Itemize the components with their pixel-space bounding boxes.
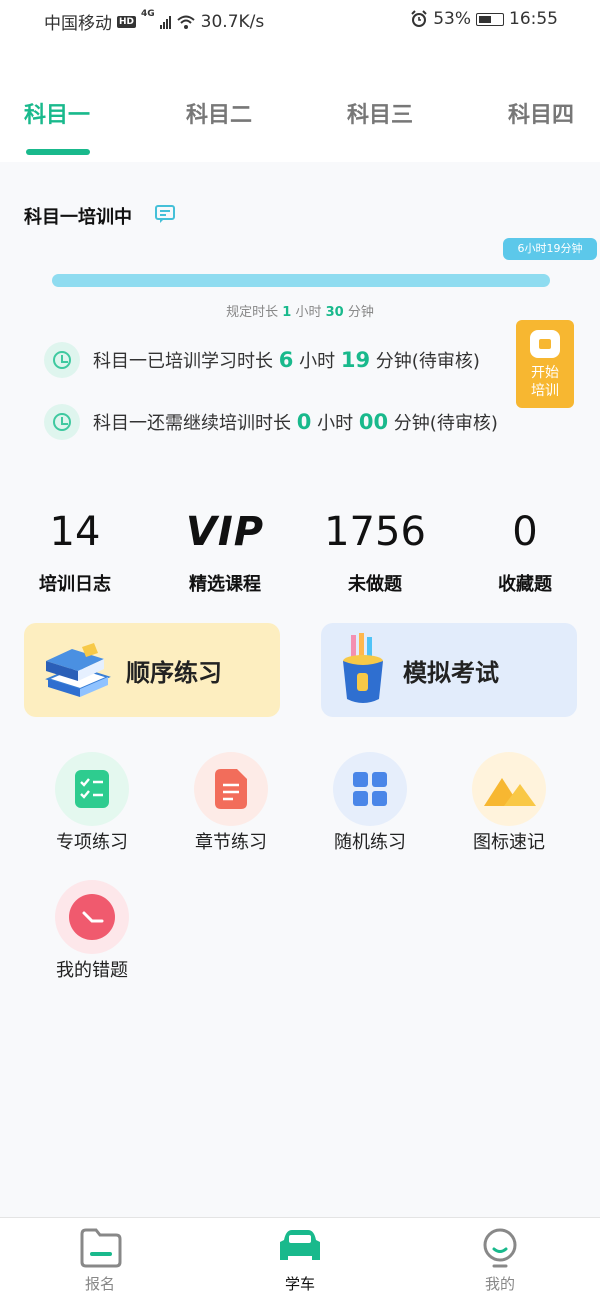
active-tab-indicator (26, 149, 90, 155)
trained-prefix: 科目一已培训学习时长 (93, 351, 273, 372)
document-icon (215, 769, 247, 809)
stat-favorites[interactable]: 0 收藏题 (450, 508, 600, 596)
books-icon (45, 643, 111, 697)
tool-label: 图标速记 (473, 832, 545, 853)
alarm-icon (411, 10, 427, 27)
carrier-name: 中国移动 (44, 14, 112, 34)
stat-training-log[interactable]: 14 培训日志 (0, 508, 150, 596)
clock-icon (44, 404, 80, 440)
stat-value: 0 (512, 509, 538, 555)
random-practice-button[interactable]: 随机练习 (315, 752, 425, 854)
clock-icon (44, 342, 80, 378)
vip-logo: VIP (185, 509, 265, 555)
bottom-navigation: 报名 学车 我的 (0, 1217, 600, 1302)
start-training-button[interactable]: 开始 培训 (516, 320, 574, 408)
stat-vip-courses[interactable]: VIP 精选课程 (150, 508, 300, 596)
network-type: 4G (141, 9, 155, 19)
remaining-minutes-unit: 分钟(待审核) (393, 413, 498, 434)
mountain-icon (484, 778, 536, 806)
profile-icon (483, 1228, 517, 1268)
remaining-minutes: 00 (358, 410, 389, 434)
progress-tooltip: 6小时19分钟 (503, 238, 597, 260)
tool-label: 我的错题 (56, 960, 128, 981)
stat-label: 未做题 (348, 574, 402, 595)
sign-memorize-button[interactable]: 图标速记 (454, 752, 564, 854)
remaining-duration: 科目一还需继续培训时长 0 小时 00 分钟(待审核) (93, 409, 498, 435)
mock-exam-card[interactable]: 模拟考试 (321, 623, 577, 717)
trained-hours: 6 (278, 348, 294, 372)
mock-exam-label: 模拟考试 (403, 659, 499, 687)
start-label-line1: 开始 (531, 365, 559, 381)
tab-subject-1[interactable]: 科目一 (24, 97, 90, 129)
remaining-hours-unit: 小时 (317, 413, 354, 434)
required-minutes: 30 (325, 305, 344, 320)
tab-subject-3[interactable]: 科目三 (347, 97, 413, 129)
trained-hours-unit: 小时 (299, 351, 336, 372)
tool-label: 随机练习 (334, 832, 406, 853)
stat-label: 培训日志 (39, 574, 111, 595)
pencil-cup-icon (343, 633, 383, 703)
tool-label: 章节练习 (195, 832, 267, 853)
car-icon (280, 1230, 320, 1260)
battery-icon (476, 12, 504, 26)
nav-label: 报名 (84, 1275, 115, 1293)
tab-subject-4[interactable]: 科目四 (508, 97, 574, 129)
checklist-icon (75, 770, 109, 808)
nav-label: 学车 (284, 1275, 315, 1293)
training-status-title: 科目一培训中 (24, 207, 132, 228)
grid-icon (353, 772, 387, 806)
wifi-icon (177, 15, 195, 29)
start-label-line2: 培训 (531, 383, 559, 399)
sequential-practice-label: 顺序练习 (126, 659, 222, 687)
chat-icon[interactable] (154, 203, 176, 225)
signal-icon (159, 15, 171, 29)
training-progress-bar (52, 274, 550, 287)
sequential-practice-card[interactable]: 顺序练习 (24, 623, 280, 717)
my-mistakes-button[interactable]: 我的错题 (37, 880, 147, 982)
nav-label: 我的 (484, 1275, 515, 1293)
network-speed: 30.7K/s (200, 11, 265, 32)
battery-percent: 53% (433, 9, 471, 29)
special-practice-button[interactable]: 专项练习 (37, 752, 147, 854)
trained-minutes: 19 (340, 348, 371, 372)
tool-label: 专项练习 (56, 832, 128, 853)
trained-minutes-unit: 分钟(待审核) (375, 351, 480, 372)
chapter-practice-button[interactable]: 章节练习 (176, 752, 286, 854)
tab-subject-2[interactable]: 科目二 (186, 97, 252, 129)
remaining-prefix: 科目一还需继续培训时长 (93, 413, 291, 434)
stat-undone-questions[interactable]: 1756 未做题 (300, 508, 450, 596)
required-minutes-unit: 分钟 (347, 305, 374, 320)
hd-badge: HD (117, 15, 137, 28)
folder-icon (80, 1228, 122, 1268)
stat-value: 14 (49, 509, 101, 555)
required-hours: 1 (282, 305, 292, 320)
training-icon (530, 330, 560, 358)
stat-value: 1756 (324, 509, 426, 555)
required-hours-unit: 小时 (295, 305, 322, 320)
trained-duration: 科目一已培训学习时长 6 小时 19 分钟(待审核) (93, 347, 480, 373)
status-bar: 中国移动 HD 4G 30.7K/s 53% 16:55 (0, 0, 600, 42)
required-prefix: 规定时长 (226, 305, 279, 320)
clock-icon (69, 894, 115, 940)
stat-label: 精选课程 (189, 574, 261, 595)
clock-time: 16:55 (509, 9, 558, 29)
remaining-hours: 0 (296, 410, 312, 434)
stat-label: 收藏题 (498, 574, 552, 595)
required-duration: 规定时长 1 小时 30 分钟 (0, 301, 600, 320)
